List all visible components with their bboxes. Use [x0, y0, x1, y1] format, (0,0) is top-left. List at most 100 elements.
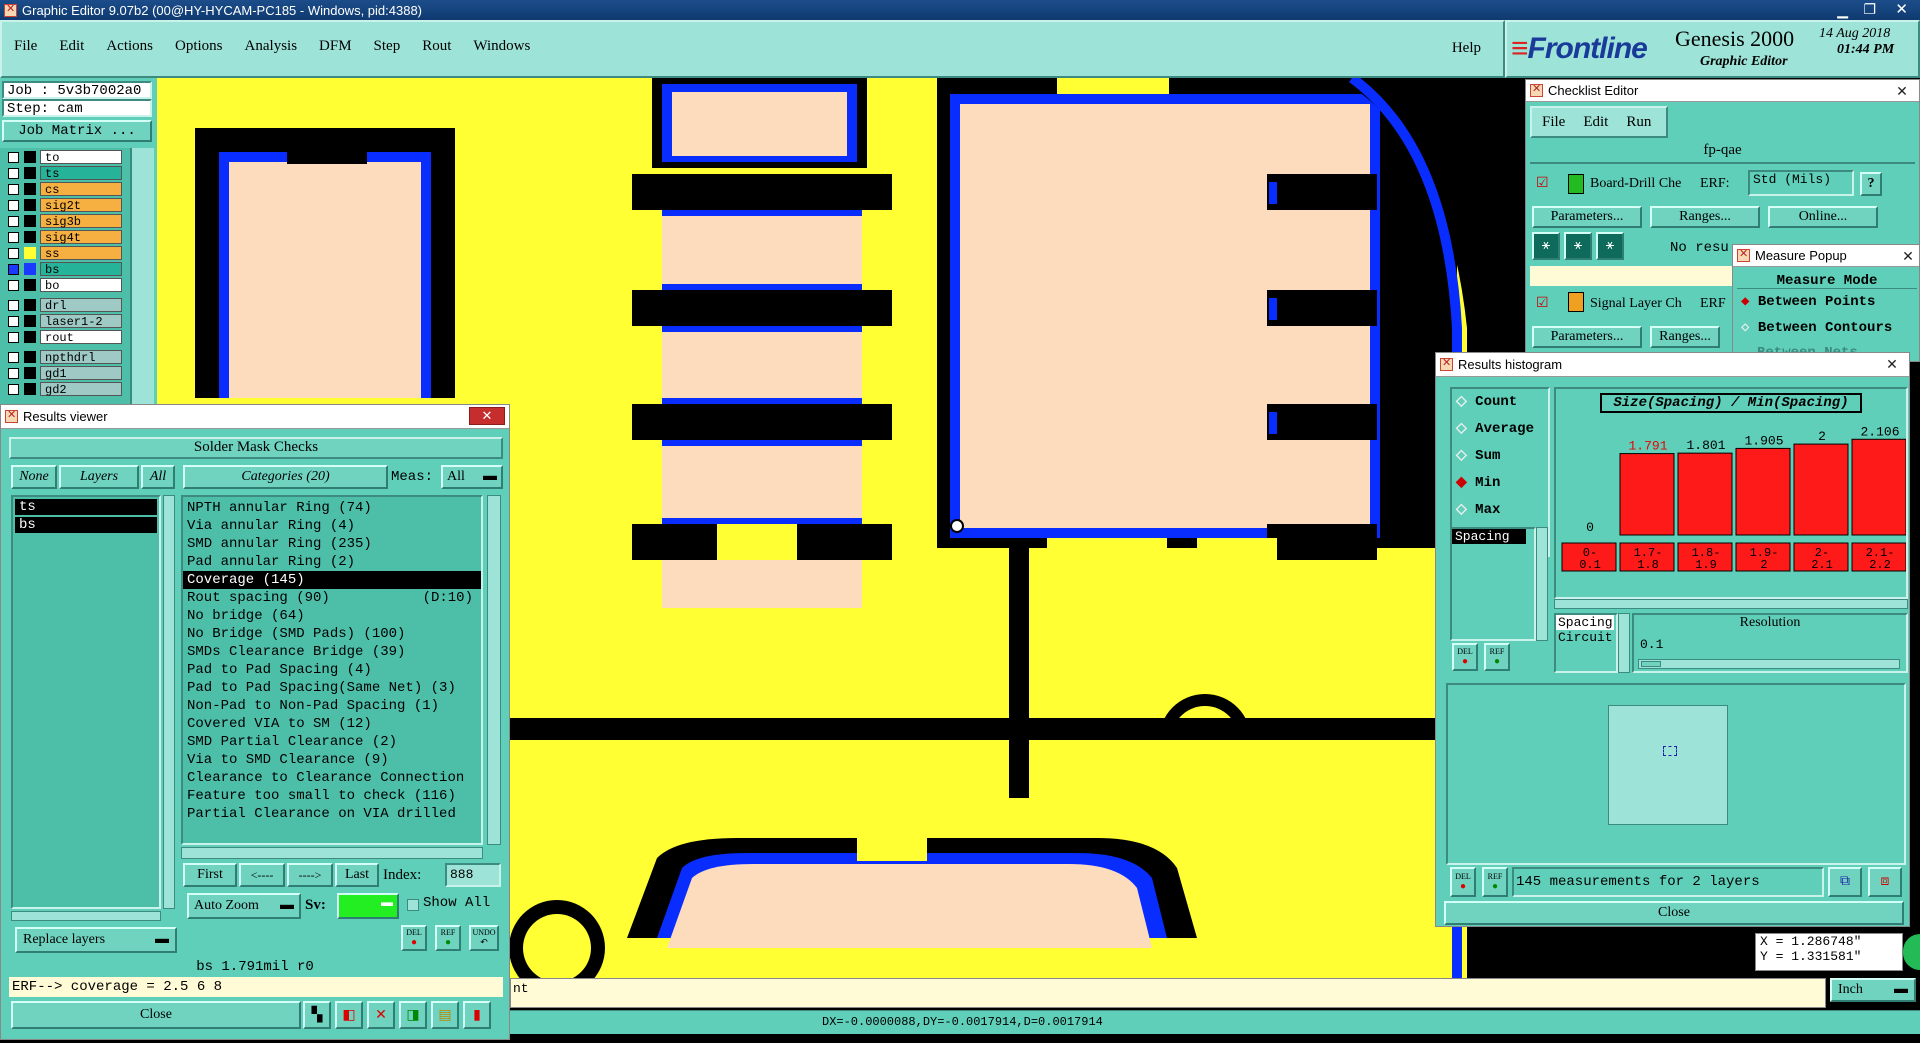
histogram-bar[interactable]	[1619, 453, 1675, 536]
tool-red-icon[interactable]: ◧	[335, 1001, 363, 1029]
category-item[interactable]: Partial Clearance on VIA drilled	[183, 805, 481, 823]
layer-row-laser1-2[interactable]: laser1-2	[4, 314, 122, 329]
category-item[interactable]: Feature too small to check (116)	[183, 787, 481, 805]
result-layer-item[interactable]: ts	[15, 499, 157, 515]
layer-checkbox[interactable]	[8, 152, 19, 163]
menu-item-options[interactable]: Options	[175, 38, 223, 55]
category-item[interactable]: Clearance to Clearance Connection	[183, 769, 481, 787]
online-button[interactable]: Online...	[1768, 206, 1878, 228]
preview-ref-button[interactable]: REF ●	[1482, 867, 1508, 897]
layer-checkbox[interactable]	[8, 300, 19, 311]
layer-row-drl[interactable]: drl	[4, 298, 122, 313]
layer-checkbox[interactable]	[8, 232, 19, 243]
checklist-menu-run[interactable]: Run	[1626, 114, 1651, 131]
spacing-circuit-list[interactable]: Spacing Circuit	[1554, 613, 1618, 673]
category-item[interactable]: Pad annular Ring (2)	[183, 553, 481, 571]
help-button[interactable]: ?	[1860, 172, 1882, 196]
layer-checkbox[interactable]	[8, 332, 19, 343]
menu-item-actions[interactable]: Actions	[106, 38, 153, 55]
layer-checkbox[interactable]	[8, 352, 19, 363]
histogram-bar[interactable]	[1735, 447, 1791, 536]
row1-check-icon[interactable]: ☑	[1536, 174, 1549, 191]
all-button[interactable]: All	[141, 465, 175, 489]
category-item[interactable]: Covered VIA to SM (12)	[183, 715, 481, 733]
ranges-button[interactable]: Ranges...	[1650, 206, 1760, 228]
chart-hscroll[interactable]	[1554, 599, 1908, 609]
histogram-bar[interactable]	[1793, 443, 1849, 536]
run-icon[interactable]: ⚹	[1596, 232, 1624, 260]
sv-color-dropdown[interactable]: ▬	[337, 893, 399, 919]
layer-checkbox[interactable]	[8, 248, 19, 259]
circuit-option[interactable]: Circuit	[1556, 630, 1616, 645]
categories-list[interactable]: NPTH annular Ring (74) Via annular Ring (…	[181, 495, 483, 845]
histogram-close-button[interactable]: Close	[1444, 901, 1904, 925]
field-list-scrollbar[interactable]	[1536, 527, 1548, 641]
menu-item-analysis[interactable]: Analysis	[245, 38, 298, 55]
close-window-button[interactable]: ✕	[1895, 0, 1908, 18]
category-item[interactable]: NPTH annular Ring (74)	[183, 499, 481, 517]
menu-help[interactable]: Help	[1452, 40, 1481, 57]
category-item[interactable]: No Bridge (SMD Pads) (100)	[183, 625, 481, 643]
del-button[interactable]: DEL ●	[401, 925, 427, 951]
run-icon[interactable]: ⚹	[1564, 232, 1592, 260]
layer-list-scrollbar[interactable]	[163, 495, 175, 909]
layer-scrollbar[interactable]	[130, 148, 154, 404]
between-contours-option[interactable]: ◇ Between Contours	[1737, 319, 1917, 341]
layer-row-bs[interactable]: bs	[4, 262, 122, 277]
histogram-bar[interactable]	[1851, 438, 1906, 536]
tool-green-icon[interactable]: ◨	[399, 1001, 427, 1029]
layer-checkbox[interactable]	[8, 200, 19, 211]
preview-fit-icon[interactable]: ⧈	[1868, 867, 1902, 897]
parameters-button-2[interactable]: Parameters...	[1532, 326, 1642, 348]
layer-checkbox[interactable]	[8, 184, 19, 195]
result-layer-item[interactable]: bs	[15, 517, 157, 533]
row2-name[interactable]: Signal Layer Ch	[1590, 296, 1682, 312]
hist-del-button[interactable]: DEL ●	[1452, 643, 1478, 671]
layer-checkbox[interactable]	[8, 316, 19, 327]
layer-row-sig3b[interactable]: sig3b	[4, 214, 122, 229]
last-button[interactable]: Last	[335, 863, 379, 887]
layer-row-to[interactable]: to	[4, 150, 122, 165]
index-input[interactable]: 888	[445, 863, 501, 887]
slider-handle[interactable]	[1641, 661, 1661, 667]
layer-checkbox[interactable]	[8, 368, 19, 379]
tool-figure-icon[interactable]: ▚	[303, 1001, 331, 1029]
layer-row-rout[interactable]: rout	[4, 330, 122, 345]
tool-cross-icon[interactable]: ✕	[367, 1001, 395, 1029]
none-button[interactable]: None	[11, 465, 57, 489]
sc-scrollbar[interactable]	[1618, 613, 1630, 673]
histogram-bar[interactable]	[1677, 452, 1733, 536]
layer-row-gd1[interactable]: gd1	[4, 366, 122, 381]
category-item[interactable]: Via to SMD Clearance (9)	[183, 751, 481, 769]
menu-item-file[interactable]: File	[14, 38, 37, 55]
show-all-checkbox[interactable]	[407, 899, 419, 911]
stat-option-sum[interactable]: ◇ Sum	[1452, 447, 1548, 474]
row1-name[interactable]: Board-Drill Che	[1590, 176, 1681, 192]
field-item-spacing[interactable]: Spacing	[1452, 529, 1526, 544]
minimize-button[interactable]: ▁	[1837, 2, 1848, 19]
category-item[interactable]: No bridge (64)	[183, 607, 481, 625]
checklist-menu-file[interactable]: File	[1542, 114, 1565, 131]
layer-row-gd2[interactable]: gd2	[4, 382, 122, 397]
layers-button[interactable]: Layers	[59, 465, 139, 489]
prev-button[interactable]: <----	[239, 863, 285, 887]
layer-checkbox[interactable]	[8, 168, 19, 179]
field-list[interactable]: Spacing	[1450, 527, 1536, 641]
category-item[interactable]: Rout spacing (90) (D:10)	[183, 589, 481, 607]
stat-option-count[interactable]: ◇ Count	[1452, 393, 1548, 420]
category-item[interactable]: Via annular Ring (4)	[183, 517, 481, 535]
erf-value[interactable]: Std (Mils)	[1748, 170, 1854, 196]
menu-item-edit[interactable]: Edit	[59, 38, 84, 55]
menu-item-windows[interactable]: Windows	[473, 38, 530, 55]
layer-checkbox[interactable]	[8, 384, 19, 395]
tool-note-icon[interactable]: ▤	[431, 1001, 459, 1029]
checklist-menu-edit[interactable]: Edit	[1583, 114, 1608, 131]
replace-layers-button[interactable]: Replace layers ▬	[15, 927, 177, 953]
first-button[interactable]: First	[183, 863, 237, 887]
layer-row-sig4t[interactable]: sig4t	[4, 230, 122, 245]
category-item[interactable]: Coverage (145)	[183, 571, 481, 589]
between-points-option[interactable]: ◆ Between Points	[1737, 293, 1917, 315]
layer-checkbox[interactable]	[8, 280, 19, 291]
maximize-button[interactable]: ❐	[1863, 1, 1876, 18]
stat-option-average[interactable]: ◇ Average	[1452, 420, 1548, 447]
